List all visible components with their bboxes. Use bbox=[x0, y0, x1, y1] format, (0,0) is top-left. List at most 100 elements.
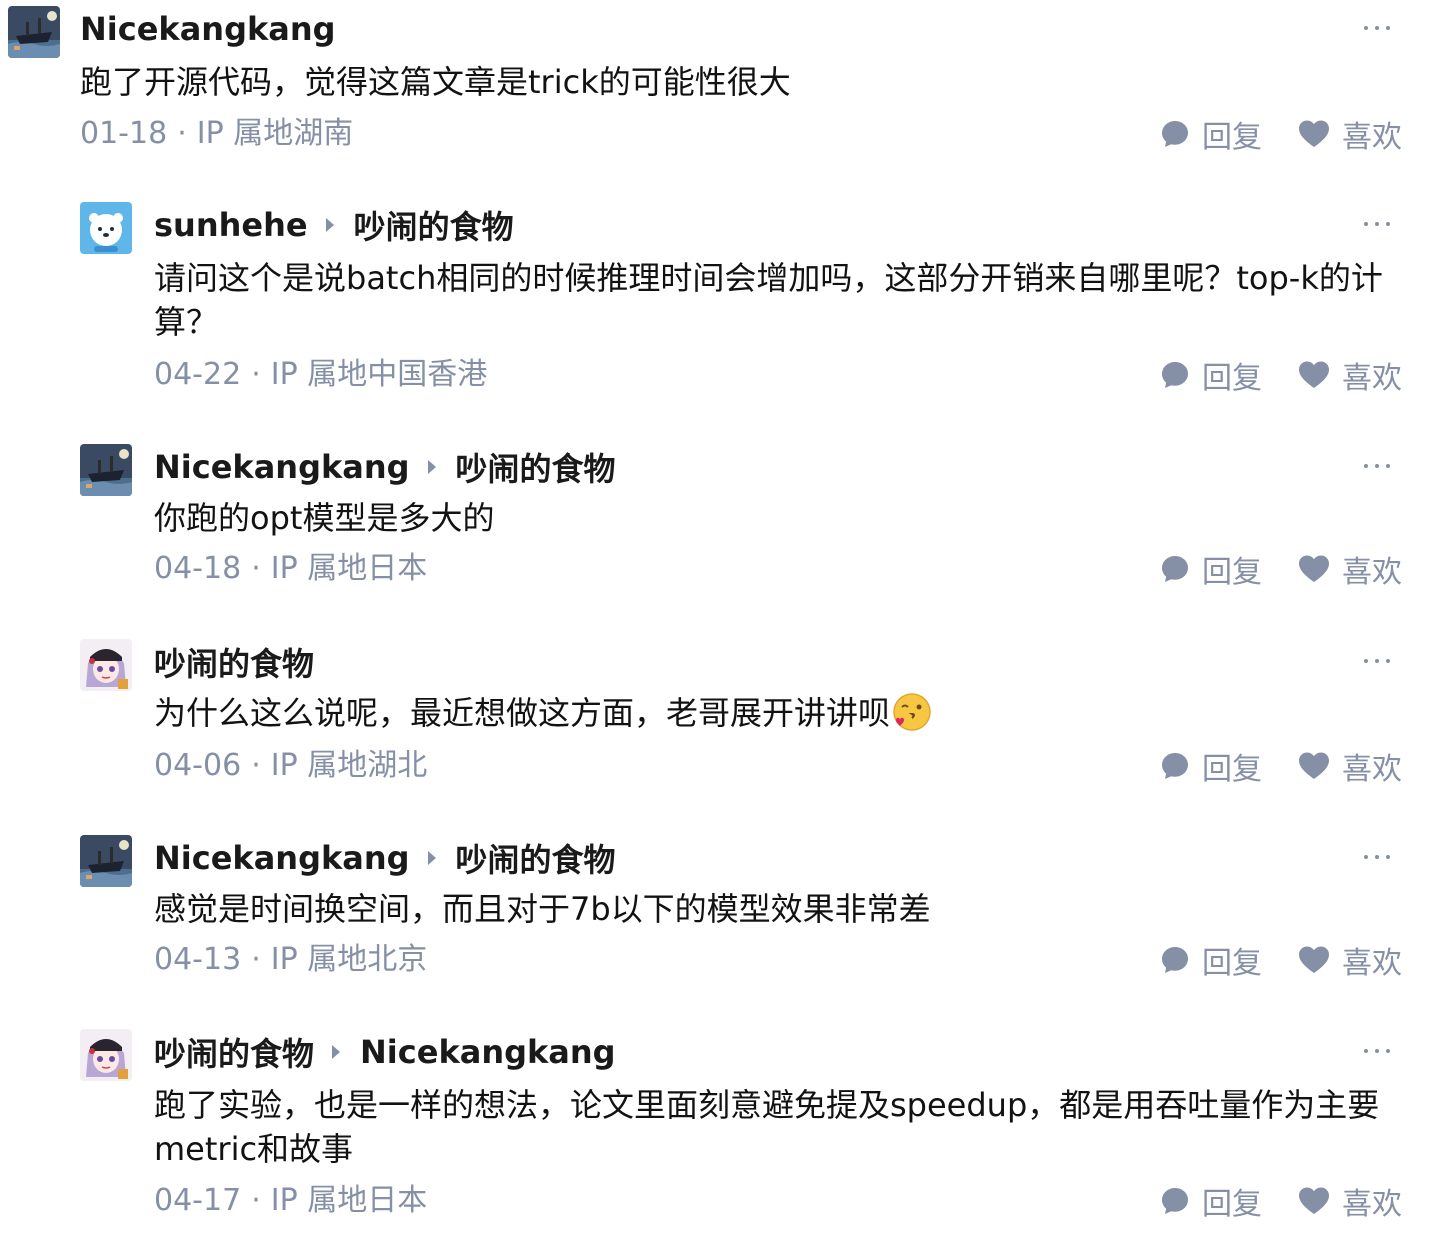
comment-header: 吵闹的食物 bbox=[154, 639, 314, 685]
reply-to-name[interactable]: 吵闹的食物 bbox=[456, 835, 616, 881]
comment-text: 感觉是时间换空间，而且对于7b以下的模型效果非常差 bbox=[154, 890, 931, 928]
kiss-wink-emoji bbox=[893, 693, 931, 731]
more-dots-icon bbox=[1364, 222, 1368, 226]
more-options-button[interactable] bbox=[1362, 1041, 1392, 1061]
comment-text: 请问这个是说batch相同的时候推理时间会增加吗，这部分开销来自哪里呢？top-… bbox=[154, 259, 1383, 341]
reply-button[interactable]: 回复 bbox=[1160, 1179, 1262, 1223]
avatar[interactable] bbox=[80, 202, 132, 254]
more-dots-icon bbox=[1364, 1049, 1368, 1053]
like-label: 喜欢 bbox=[1342, 120, 1402, 155]
reply-to-name[interactable]: 吵闹的食物 bbox=[456, 444, 616, 490]
comment-header: Nicekangkang 吵闹的食物 bbox=[154, 835, 616, 881]
reply-arrow-icon bbox=[332, 1045, 341, 1059]
comment-text: 跑了开源代码，觉得这篇文章是trick的可能性很大 bbox=[80, 63, 791, 101]
like-button[interactable]: 喜欢 bbox=[1298, 547, 1402, 591]
meta-separator: · bbox=[251, 1183, 261, 1218]
avatar[interactable] bbox=[80, 835, 132, 887]
author-name[interactable]: Nicekangkang bbox=[80, 10, 336, 48]
heart-icon bbox=[1299, 1187, 1329, 1214]
reply-button[interactable]: 回复 bbox=[1160, 547, 1262, 591]
author-name[interactable]: sunhehe bbox=[154, 206, 308, 244]
comment-meta: 01-18 · IP 属地湖南 bbox=[80, 112, 353, 156]
more-options-button[interactable] bbox=[1362, 651, 1392, 671]
reply-label: 回复 bbox=[1202, 555, 1262, 590]
comment-date: 04-13 bbox=[154, 942, 242, 977]
comment-text: 跑了实验，也是一样的想法，论文里面刻意避免提及speedup，都是用吞吐量作为主… bbox=[154, 1086, 1380, 1168]
comment-header: sunhehe 吵闹的食物 bbox=[154, 202, 514, 248]
meta-separator: · bbox=[251, 942, 261, 977]
comment-text-wrap: 为什么这么说呢，最近想做这方面，老哥展开讲讲呗 bbox=[154, 691, 1388, 735]
reply-button[interactable]: 回复 bbox=[1160, 938, 1262, 982]
author-name[interactable]: Nicekangkang bbox=[154, 448, 410, 486]
heart-icon bbox=[1299, 752, 1329, 779]
comment-meta: 04-18 · IP 属地日本 bbox=[154, 547, 427, 591]
author-name[interactable]: 吵闹的食物 bbox=[154, 1029, 314, 1075]
comment-header: Nicekangkang 吵闹的食物 bbox=[154, 444, 616, 490]
like-button[interactable]: 喜欢 bbox=[1298, 353, 1402, 397]
more-options-button[interactable] bbox=[1362, 18, 1392, 38]
meta-separator: · bbox=[251, 748, 261, 783]
comment-date: 04-22 bbox=[154, 357, 242, 392]
meta-separator: · bbox=[251, 551, 261, 586]
comment-bubble-icon bbox=[1162, 947, 1188, 973]
author-name[interactable]: 吵闹的食物 bbox=[154, 639, 314, 685]
reply-arrow-icon bbox=[427, 460, 436, 474]
like-label: 喜欢 bbox=[1342, 361, 1402, 396]
reply-button[interactable]: 回复 bbox=[1160, 353, 1262, 397]
ip-location: IP 属地北京 bbox=[270, 942, 428, 977]
ip-location: IP 属地湖北 bbox=[270, 748, 428, 783]
more-options-button[interactable] bbox=[1362, 847, 1392, 867]
comment-bubble-icon bbox=[1162, 362, 1188, 388]
reply-to-name[interactable]: Nicekangkang bbox=[360, 1033, 616, 1071]
heart-icon bbox=[1299, 120, 1329, 147]
like-label: 喜欢 bbox=[1342, 555, 1402, 590]
like-label: 喜欢 bbox=[1342, 1187, 1402, 1222]
comment-date: 04-06 bbox=[154, 748, 242, 783]
more-options-button[interactable] bbox=[1362, 214, 1392, 234]
like-button[interactable]: 喜欢 bbox=[1298, 1179, 1402, 1223]
comment-text: 为什么这么说呢，最近想做这方面，老哥展开讲讲呗 bbox=[154, 694, 891, 732]
more-dots-icon bbox=[1364, 464, 1368, 468]
author-name[interactable]: Nicekangkang bbox=[154, 839, 410, 877]
comment-meta: 04-17 · IP 属地日本 bbox=[154, 1179, 427, 1223]
comment-date: 04-17 bbox=[154, 1183, 242, 1218]
reply-label: 回复 bbox=[1202, 752, 1262, 787]
avatar[interactable] bbox=[80, 444, 132, 496]
comment-bubble-icon bbox=[1162, 556, 1188, 582]
comment-header: Nicekangkang bbox=[80, 6, 336, 52]
reply-button[interactable]: 回复 bbox=[1160, 744, 1262, 788]
avatar-image bbox=[80, 1029, 132, 1081]
avatar[interactable] bbox=[80, 639, 132, 691]
heart-icon bbox=[1299, 555, 1329, 582]
avatar-image bbox=[8, 6, 60, 58]
avatar[interactable] bbox=[8, 6, 60, 58]
avatar-image bbox=[80, 444, 132, 496]
reply-arrow-icon bbox=[427, 851, 436, 865]
comment-date: 04-18 bbox=[154, 551, 242, 586]
more-dots-icon bbox=[1364, 659, 1368, 663]
reply-to-name[interactable]: 吵闹的食物 bbox=[354, 202, 514, 248]
like-label: 喜欢 bbox=[1342, 946, 1402, 981]
avatar[interactable] bbox=[80, 1029, 132, 1081]
comment-bubble-icon bbox=[1162, 121, 1188, 147]
heart-icon bbox=[1299, 361, 1329, 388]
ip-location: IP 属地湖南 bbox=[196, 116, 354, 151]
comment-bubble-icon bbox=[1162, 1188, 1188, 1214]
heart-icon bbox=[1299, 946, 1329, 973]
avatar-image bbox=[80, 835, 132, 887]
more-dots-icon bbox=[1364, 855, 1368, 859]
ip-location: IP 属地日本 bbox=[270, 551, 428, 586]
more-options-button[interactable] bbox=[1362, 456, 1392, 476]
comment-text: 你跑的opt模型是多大的 bbox=[154, 499, 495, 537]
reply-button[interactable]: 回复 bbox=[1160, 112, 1262, 156]
more-dots-icon bbox=[1364, 26, 1368, 30]
comment-bubble-icon bbox=[1162, 753, 1188, 779]
like-button[interactable]: 喜欢 bbox=[1298, 744, 1402, 788]
meta-separator: · bbox=[177, 116, 187, 151]
reply-label: 回复 bbox=[1202, 1187, 1262, 1222]
like-button[interactable]: 喜欢 bbox=[1298, 112, 1402, 156]
reply-label: 回复 bbox=[1202, 946, 1262, 981]
ip-location: IP 属地日本 bbox=[270, 1183, 428, 1218]
like-button[interactable]: 喜欢 bbox=[1298, 938, 1402, 982]
ip-location: IP 属地中国香港 bbox=[270, 357, 488, 392]
